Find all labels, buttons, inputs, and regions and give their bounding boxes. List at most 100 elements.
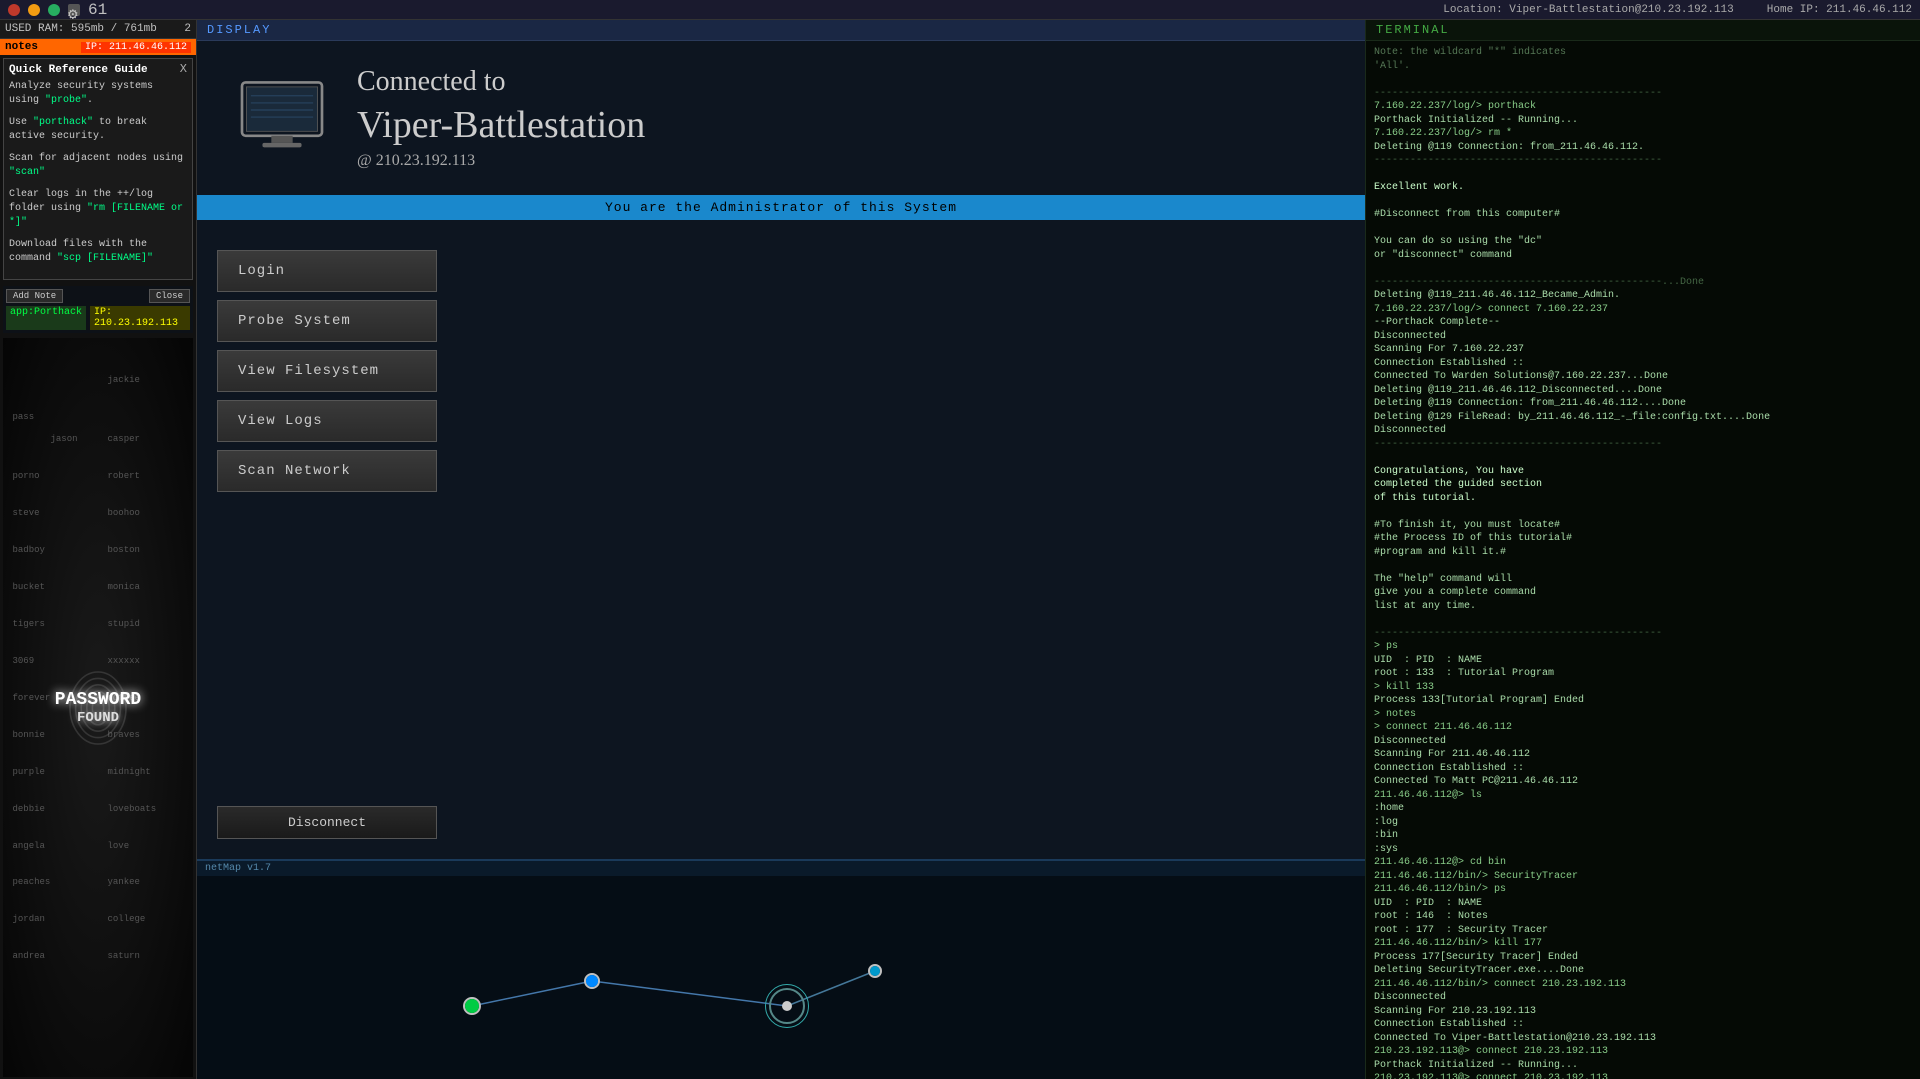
terminal-line: 210.23.192.113@> connect 210.23.192.113 [1374, 1072, 1912, 1079]
terminal-line [1374, 168, 1912, 182]
terminal-line: Deleting @119 Connection: from_211.46.46… [1374, 397, 1912, 411]
terminal-line: Connected To Matt PC@211.46.46.112 [1374, 775, 1912, 789]
word-cloud-item: purple [13, 767, 45, 777]
terminal-line: Deleting @129 FileRead: by_211.46.46.112… [1374, 411, 1912, 425]
terminal-line [1374, 262, 1912, 276]
terminal-line: Disconnected [1374, 424, 1912, 438]
terminal-line: > notes [1374, 708, 1912, 722]
admin-banner: You are the Administrator of this System [197, 195, 1365, 220]
qr-section-5: Download files with the command "scp [FI… [9, 238, 187, 266]
terminal-line [1374, 613, 1912, 627]
quick-ref-close-button[interactable]: X [180, 62, 187, 76]
maximize-btn-icon[interactable] [48, 4, 60, 16]
add-note-button[interactable]: Add Note [6, 289, 63, 303]
word-cloud-item: boohoo [108, 508, 140, 518]
terminal-line: Connection Established :: [1374, 762, 1912, 776]
word-cloud-item: stupid [108, 619, 140, 629]
network-node-green[interactable] [463, 997, 481, 1015]
terminal-line: ----------------------------------------… [1374, 438, 1912, 452]
terminal-line [1374, 451, 1912, 465]
network-node-blue[interactable] [584, 973, 600, 989]
terminal-line: 7.160.22.237/log/> connect 7.160.22.237 [1374, 303, 1912, 317]
terminal-line: 7.160.22.237/log/> porthack [1374, 100, 1912, 114]
app-bar: Add Note Close [6, 289, 190, 303]
terminal-line: 211.46.46.112/bin/> SecurityTracer [1374, 870, 1912, 884]
location-label: Location: Viper-Battlestation@210.23.192… [1443, 4, 1733, 16]
terminal-line: Disconnected [1374, 991, 1912, 1005]
login-button[interactable]: Login [217, 250, 437, 292]
terminal-line: > connect 211.46.46.112 [1374, 721, 1912, 735]
terminal-line: Process 177[Security Tracer] Ended [1374, 951, 1912, 965]
word-cloud-item: peaches [13, 877, 51, 887]
word-cloud-item: college [108, 914, 146, 924]
target-ip: @ 210.23.192.113 [357, 152, 645, 170]
quick-reference-panel: Quick Reference Guide X Analyze security… [3, 58, 193, 280]
terminal-line [1374, 195, 1912, 209]
word-cloud-item: yankee [108, 877, 140, 887]
network-node-teal[interactable] [868, 964, 882, 978]
terminal-line: 211.46.46.112@> cd bin [1374, 856, 1912, 870]
terminal-line: #Disconnect from this computer# [1374, 208, 1912, 222]
terminal-panel: TERMINAL Note: the wildcard "*" indicate… [1365, 20, 1920, 1079]
terminal-line: Scanning For 211.46.46.112 [1374, 748, 1912, 762]
word-cloud-item: jackie [108, 375, 140, 385]
app-ip: IP: 210.23.192.113 [90, 306, 190, 330]
word-cloud-item: pass [13, 412, 35, 422]
terminal-line: 211.46.46.112/bin/> kill 177 [1374, 937, 1912, 951]
scan-network-button[interactable]: Scan Network [217, 450, 437, 492]
word-cloud-item: andrea [13, 951, 45, 961]
terminal-line: Connected To Viper-Battlestation@210.23.… [1374, 1032, 1912, 1046]
network-node-selected[interactable] [769, 988, 805, 1024]
word-cloud-item: monica [108, 582, 140, 592]
word-cloud-item: loveboats [108, 804, 157, 814]
word-cloud-item: jason [51, 434, 78, 444]
terminal-line: ----------------------------------------… [1374, 154, 1912, 168]
qr-section-2: Use "porthack" to break active security. [9, 116, 187, 144]
word-cloud-item: badboy [13, 545, 45, 555]
connected-info: Connected to Viper-Battlestation @ 210.2… [357, 66, 645, 170]
probe-system-button[interactable]: Probe System [217, 300, 437, 342]
close-btn-icon[interactable] [8, 4, 20, 16]
terminal-line: > ps [1374, 640, 1912, 654]
minimize-btn-icon[interactable] [28, 4, 40, 16]
terminal-line: Deleting @119 Connection: from_211.46.46… [1374, 141, 1912, 155]
terminal-line: #To finish it, you must locate# [1374, 519, 1912, 533]
ram-count: 2 [184, 23, 191, 35]
qr-section-4: Clear logs in the ++/log folder using "r… [9, 188, 187, 230]
view-filesystem-button[interactable]: View Filesystem [217, 350, 437, 392]
notes-ip: IP: 211.46.46.112 [81, 42, 191, 53]
terminal-line [1374, 73, 1912, 87]
terminal-line: 210.23.192.113@> connect 210.23.192.113 [1374, 1045, 1912, 1059]
terminal-line: #program and kill it.# [1374, 546, 1912, 560]
password-bg: jackie pass jason casper porno robert st… [3, 338, 193, 1077]
view-logs-button[interactable]: View Logs [217, 400, 437, 442]
display-header: DISPLAY [197, 20, 1365, 41]
close-note-button[interactable]: Close [149, 289, 190, 303]
notes-label: notes [5, 41, 38, 53]
disconnect-button[interactable]: Disconnect [217, 806, 437, 839]
gear-icon[interactable]: ⚙ [68, 4, 80, 16]
word-cloud-item: 3069 [13, 656, 35, 666]
word-cloud-item: steve [13, 508, 40, 518]
terminal-line: Scanning For 7.160.22.237 [1374, 343, 1912, 357]
word-cloud-item: bucket [13, 582, 45, 592]
terminal-line: 'All'. [1374, 60, 1912, 74]
terminal-header: TERMINAL [1366, 20, 1920, 41]
qr-section-1: Analyze security systems using "probe". [9, 80, 187, 108]
window-counter: 61 [88, 1, 107, 19]
terminal-line: :sys [1374, 843, 1912, 857]
top-bar-left: ⚙ 61 [8, 1, 107, 19]
terminal-line: #the Process ID of this tutorial# [1374, 532, 1912, 546]
word-cloud-item: midnight [108, 767, 151, 777]
terminal-line [1374, 559, 1912, 573]
top-bar: ⚙ 61 Location: Viper-Battlestation@210.2… [0, 0, 1920, 20]
home-ip-label: Home IP: 211.46.46.112 [1767, 4, 1912, 16]
top-bar-info: Location: Viper-Battlestation@210.23.192… [1443, 4, 1912, 16]
notes-bar[interactable]: notes IP: 211.46.46.112 [0, 39, 196, 55]
word-cloud-item: porno [13, 471, 40, 481]
qr-section-3: Scan for adjacent nodes using "scan" [9, 152, 187, 180]
terminal-line: of this tutorial. [1374, 492, 1912, 506]
terminal-line: or "disconnect" command [1374, 249, 1912, 263]
netmap-header: netMap v1.7 [197, 861, 1365, 876]
word-cloud-item: saturn [108, 951, 140, 961]
